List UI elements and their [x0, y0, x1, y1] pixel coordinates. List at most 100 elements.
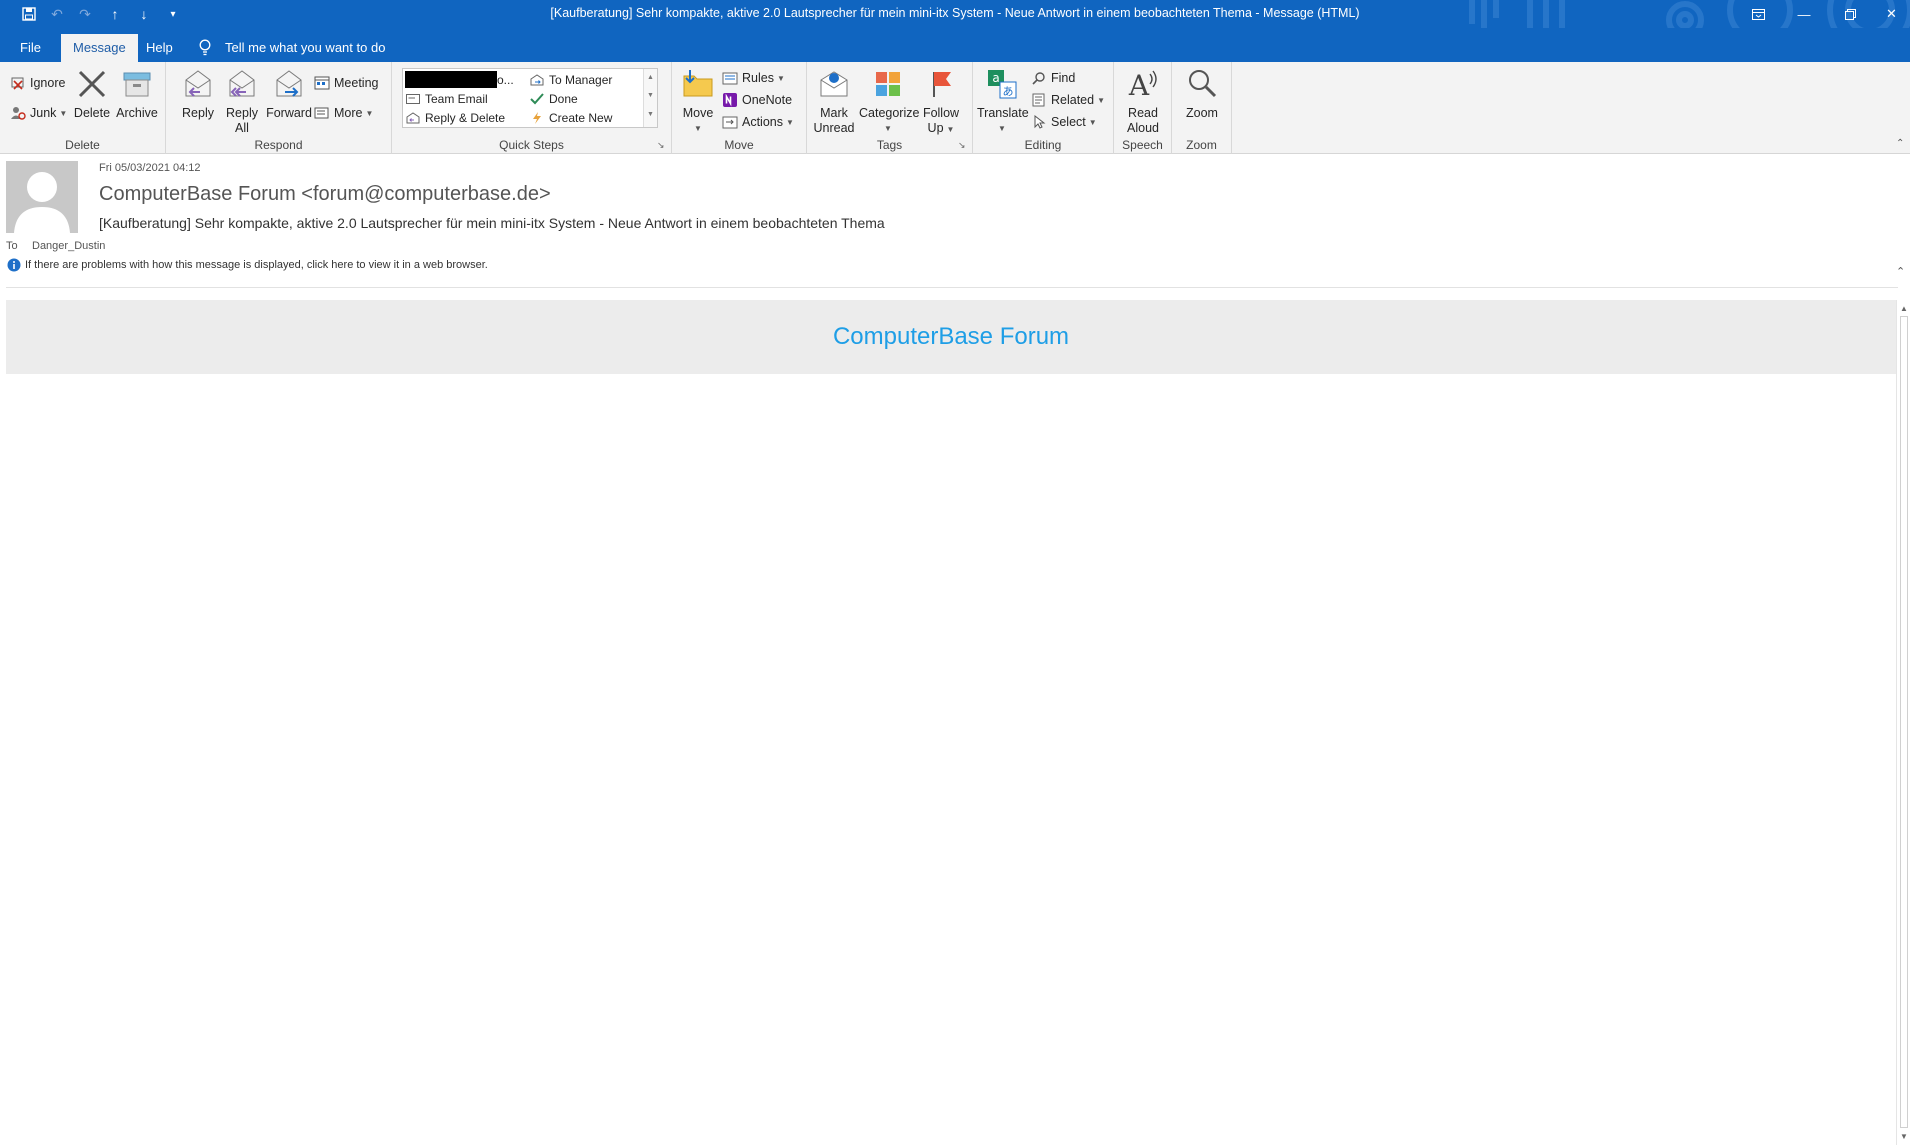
reply-delete-icon	[405, 111, 421, 125]
reply-button[interactable]: Reply	[178, 66, 218, 121]
mark-unread-button[interactable]: Mark Unread	[813, 66, 855, 136]
editing-group: aあ Translate ▼ Find Related ▼ Select ▼ Edi…	[973, 62, 1114, 154]
tab-file[interactable]: File	[8, 34, 53, 62]
related-icon	[1031, 92, 1047, 108]
meeting-button[interactable]: Meeting	[314, 73, 378, 93]
ignore-button[interactable]: Ignore	[10, 73, 65, 93]
close-icon[interactable]: ✕	[1873, 0, 1910, 28]
speech-group: A Read Aloud Speech	[1114, 62, 1172, 154]
chevron-down-icon: ▼	[998, 124, 1006, 133]
svg-text:a: a	[992, 71, 999, 85]
lightning-icon	[529, 111, 545, 125]
scroll-down-icon[interactable]: ▼	[644, 87, 657, 105]
chevron-down-icon: ▼	[1097, 95, 1106, 105]
svg-text:A: A	[1128, 69, 1150, 100]
quick-step-done[interactable]: Done	[529, 90, 578, 108]
header-divider	[6, 287, 1898, 288]
editing-group-label: Editing	[1024, 138, 1062, 152]
window-title: [Kaufberatung] Sehr kompakte, aktive 2.0…	[550, 6, 1360, 20]
to-manager-icon	[529, 73, 545, 87]
to-recipient[interactable]: Danger_Dustin	[32, 240, 105, 252]
quick-steps-gallery: o... Team Email Reply & Delete To Manage…	[402, 68, 658, 128]
reply-all-icon	[224, 66, 260, 102]
move-group: Move ▼ Rules ▼ OneNote Actions ▼ Move	[672, 62, 807, 154]
translate-button[interactable]: aあ Translate ▼	[977, 66, 1029, 136]
quick-step-to-manager[interactable]: To Manager	[529, 71, 612, 89]
find-button[interactable]: Find	[1031, 68, 1075, 88]
forward-button[interactable]: Forward	[264, 66, 314, 121]
chevron-down-icon: ▼	[59, 108, 68, 118]
related-button[interactable]: Related ▼	[1031, 90, 1105, 110]
reply-all-button[interactable]: Reply All	[222, 66, 262, 136]
select-button[interactable]: Select ▼	[1031, 112, 1097, 132]
message-date: Fri 05/03/2021 04:12	[99, 162, 201, 174]
tags-group: Mark Unread Categorize ▼ Follow Up ▼ ↘ Ta…	[807, 62, 973, 154]
move-group-label: Move	[724, 138, 754, 152]
tab-help[interactable]: Help	[134, 34, 185, 62]
collapse-header-icon[interactable]: ⌃	[1896, 265, 1905, 278]
delete-button[interactable]: Delete	[72, 66, 112, 121]
chevron-down-icon: ▼	[786, 117, 794, 127]
zoom-button[interactable]: Zoom	[1180, 66, 1224, 121]
collapse-ribbon-icon[interactable]: ⌃	[1896, 138, 1904, 149]
folder-move-icon	[680, 66, 716, 102]
speech-group-label: Speech	[1122, 138, 1163, 152]
chevron-down-icon: ▼	[946, 125, 955, 134]
scrollbar-thumb[interactable]	[1900, 316, 1908, 1128]
meeting-icon	[314, 75, 330, 91]
scroll-up-icon[interactable]: ▲	[1897, 302, 1910, 316]
ribbon-display-options-icon[interactable]	[1735, 0, 1781, 28]
person-icon	[6, 161, 78, 233]
checkmark-icon	[529, 92, 545, 106]
quick-step-redacted[interactable]: o...	[405, 71, 514, 89]
quick-steps-scrollbar[interactable]: ▲ ▼ ▼	[643, 69, 657, 127]
onenote-button[interactable]: OneNote	[722, 90, 792, 110]
follow-up-button[interactable]: Follow Up ▼	[919, 66, 963, 137]
lightbulb-icon	[199, 39, 211, 61]
quick-step-team-email[interactable]: Team Email	[405, 90, 488, 108]
reply-icon	[180, 66, 216, 102]
zoom-group: Zoom Zoom	[1172, 62, 1232, 154]
quick-steps-group-label: Quick Steps	[499, 138, 564, 152]
junk-button[interactable]: Junk ▼	[10, 103, 67, 123]
info-bar-link[interactable]: If there are problems with how this mess…	[25, 259, 488, 271]
read-aloud-icon: A	[1125, 66, 1161, 102]
respond-group-label: Respond	[254, 138, 303, 152]
message-scrollbar[interactable]: ▲ ▼	[1896, 300, 1910, 1145]
scroll-up-icon[interactable]: ▲	[644, 69, 657, 87]
junk-icon	[10, 105, 26, 121]
archive-button[interactable]: Archive	[114, 66, 160, 121]
ignore-icon	[10, 75, 26, 91]
delete-group: Ignore Junk ▼ Delete Archive Delete	[0, 62, 166, 154]
categorize-button[interactable]: Categorize ▼	[859, 66, 919, 136]
zoom-icon	[1184, 66, 1220, 102]
email-icon	[405, 92, 421, 106]
message-subject: [Kaufberatung] Sehr kompakte, aktive 2.0…	[99, 215, 885, 231]
info-icon	[7, 258, 21, 277]
actions-button[interactable]: Actions ▼	[722, 112, 794, 132]
chevron-down-icon: ▼	[776, 73, 785, 83]
chevron-down-icon: ▼	[365, 108, 374, 118]
ribbon-tabs: File Message Help Tell me what you want …	[0, 28, 1910, 62]
message-header: Fri 05/03/2021 04:12 ComputerBase Forum …	[0, 155, 1910, 287]
sender[interactable]: ComputerBase Forum <forum@computerbase.d…	[99, 183, 551, 206]
rules-button[interactable]: Rules ▼	[722, 68, 785, 88]
tab-message[interactable]: Message	[61, 34, 138, 62]
archive-icon	[119, 66, 155, 102]
read-aloud-button[interactable]: A Read Aloud	[1120, 66, 1166, 136]
banner-title[interactable]: ComputerBase Forum	[833, 323, 1069, 350]
scroll-down-icon[interactable]: ▼	[1897, 1130, 1910, 1144]
quick-steps-group: o... Team Email Reply & Delete To Manage…	[392, 62, 672, 154]
quick-step-reply-delete[interactable]: Reply & Delete	[405, 109, 505, 127]
restore-icon[interactable]	[1827, 0, 1873, 28]
minimize-icon[interactable]: —	[1781, 0, 1827, 28]
search-icon	[1031, 70, 1047, 86]
forward-icon	[271, 66, 307, 102]
more-respond-button[interactable]: More ▼	[314, 103, 373, 123]
move-button[interactable]: Move ▼	[678, 66, 718, 136]
tell-me-search[interactable]: Tell me what you want to do	[225, 34, 385, 62]
avatar	[6, 161, 78, 233]
flag-icon	[923, 66, 959, 102]
quick-step-create-new[interactable]: Create New	[529, 109, 612, 127]
expand-gallery-icon[interactable]: ▼	[644, 105, 657, 125]
